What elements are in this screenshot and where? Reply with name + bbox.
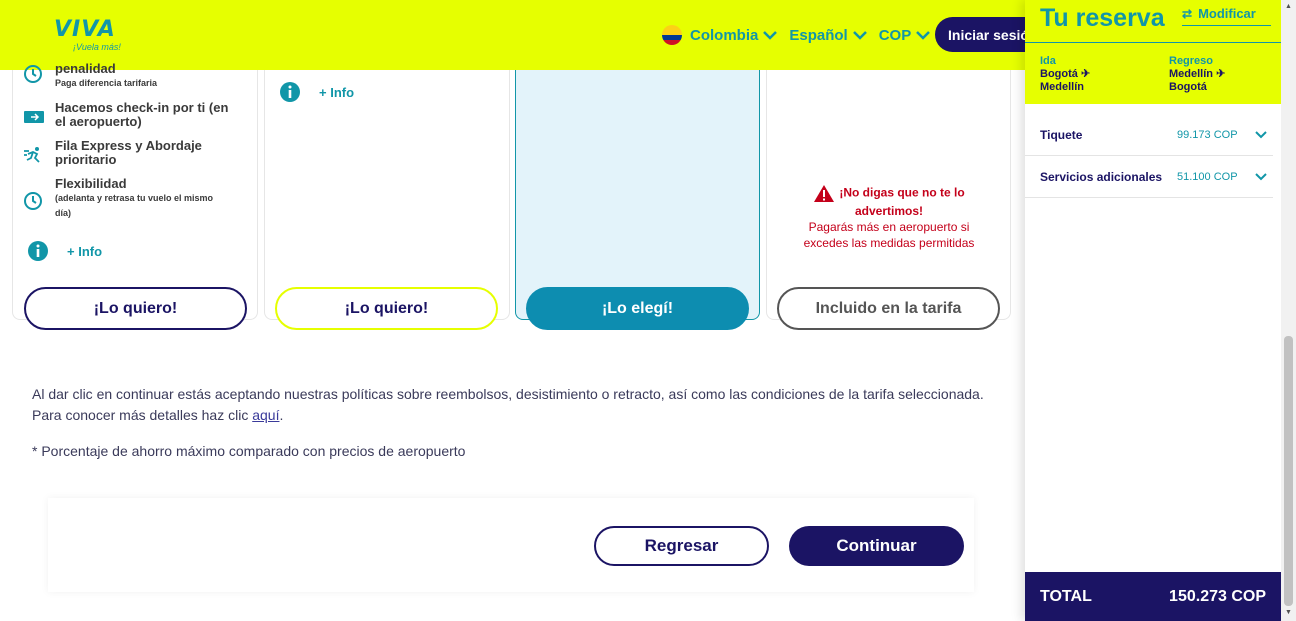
more-info-link[interactable]: + Info [279,81,354,103]
top-header: VIVA ¡Vuela más! Colombia Español COP In… [0,0,1035,70]
extras-row[interactable]: Servicios adicionales 51.100 COP [1025,156,1273,198]
total-value: 150.273 COP [1169,587,1266,605]
clock-icon [24,65,42,83]
info-icon [280,82,300,102]
policy-body: Al dar clic en continuar estás aceptando… [32,386,984,423]
scrollbar-thumb[interactable] [1284,336,1293,606]
page-scrollbar[interactable]: ▲ ▼ [1281,0,1296,621]
feature-express: Fila Express y Abordaje prioritario [55,138,202,167]
feature-title: Flexibilidad [55,176,127,191]
fare-card-1: penalidad Paga diferencia tarifaria Hace… [12,62,258,320]
outbound-destination: Medellín [1040,81,1085,93]
colombia-flag-icon [662,25,682,45]
plane-icon: ✈ [1080,68,1091,80]
total-label: TOTAL [1040,587,1092,605]
feature-subtitle: Paga diferencia tarifaria [55,78,158,88]
want-it-button[interactable]: ¡Lo quiero! [275,287,498,330]
fare-card-4: ¡No digas que no te lo advertimos! Pagar… [766,70,1011,320]
chevron-down-icon [763,30,778,40]
chevron-down-icon [1255,130,1267,138]
chevron-down-icon [916,30,931,40]
total-bar: TOTAL 150.273 COP [1025,572,1281,621]
origin-city: Bogotá [1040,68,1078,80]
clock-icon [24,192,42,210]
return-leg: Regreso Medellín ✈ Bogotá [1169,55,1225,94]
return-label: Regreso [1169,55,1214,67]
ticket-value: 99.173 COP [1177,128,1238,141]
return-origin: Medellín ✈ [1169,68,1225,81]
info-icon [28,241,48,261]
feature-penalty: penalidad Paga diferencia tarifaria [55,62,157,91]
more-info-link[interactable]: + Info [27,240,102,262]
feature-flexibility: Flexibilidad (adelanta y retrasa tu vuel… [55,177,215,221]
extras-label: Servicios adicionales [1040,169,1163,184]
return-destination: Bogotá [1169,81,1207,93]
feature-checkin: Hacemos check-in por ti (en el aeropuert… [55,100,229,129]
warning-title-text: ¡No digas que no te lo advertimos! [839,185,965,218]
plane-icon: ✈ [1216,68,1226,80]
swap-icon: ⇄ [1182,6,1193,21]
fare-card-2: + Info [264,70,510,320]
header-nav: Colombia Español COP [662,22,942,48]
summary-title: Tu reserva [1040,4,1165,32]
back-button[interactable]: Regresar [594,526,769,566]
scroll-up-icon[interactable]: ▲ [1285,3,1292,10]
included-in-fare-button[interactable]: Incluido en la tarifa [777,287,1000,330]
more-info-label: + Info [319,84,355,100]
fare-card-selected [515,70,760,320]
booking-summary-sidebar: Tu reserva ⇄ Modificar Ida Bogotá ✈ Mede… [1025,0,1281,621]
origin-city: Medellín [1169,68,1214,80]
viva-logo[interactable]: VIVA ¡Vuela más! [54,17,121,52]
logo-tagline: ¡Vuela más! [73,42,121,52]
outbound-origin: Bogotá ✈ [1040,68,1090,81]
summary-header: Tu reserva ⇄ Modificar Ida Bogotá ✈ Mede… [1025,0,1281,104]
policy-text: Al dar clic en continuar estás aceptando… [32,384,1012,426]
feature-title: penalidad [55,61,116,76]
logo-text: VIVA [54,17,116,42]
more-info-label: + Info [67,243,103,259]
modify-link[interactable]: ⇄ Modificar [1182,6,1271,26]
extras-value: 51.100 COP [1177,170,1238,183]
warning-title: ¡No digas que no te lo advertimos! [789,184,989,219]
language-selector[interactable]: Español [789,26,867,44]
modify-label: Modificar [1198,6,1256,21]
feature-subtitle: (adelanta y retrasa tu vuelo el mismo dí… [55,193,214,218]
login-button[interactable]: Iniciar sesión [935,17,1035,52]
country-selector[interactable]: Colombia [662,25,778,45]
policy-link[interactable]: aquí [252,407,279,423]
currency-label: COP [878,26,912,44]
currency-selector[interactable]: COP [879,27,931,44]
boarding-pass-icon [24,111,44,123]
savings-note: * Porcentaje de ahorro máximo comparado … [32,443,466,459]
country-label: Colombia [690,26,759,44]
warning-text: Pagarás más en aeropuerto si excedes las… [803,220,975,250]
warning-message: ¡No digas que no te lo advertimos! Pagar… [789,184,989,251]
chevron-down-icon [1255,172,1267,180]
ticket-row[interactable]: Tiquete 99.173 COP [1025,114,1273,156]
running-person-icon [24,147,40,163]
ticket-label: Tiquete [1040,127,1083,142]
scroll-down-icon[interactable]: ▼ [1285,609,1292,616]
chosen-button[interactable]: ¡Lo elegí! [526,287,749,330]
policy-end: . [279,407,284,423]
outbound-leg: Ida Bogotá ✈ Medellín [1040,55,1090,94]
chevron-down-icon [852,30,867,40]
language-label: Español [789,26,848,44]
warning-icon [814,185,835,202]
continue-button[interactable]: Continuar [789,526,964,566]
divider [1025,42,1281,43]
want-it-button[interactable]: ¡Lo quiero! [24,287,247,330]
outbound-label: Ida [1040,55,1056,67]
